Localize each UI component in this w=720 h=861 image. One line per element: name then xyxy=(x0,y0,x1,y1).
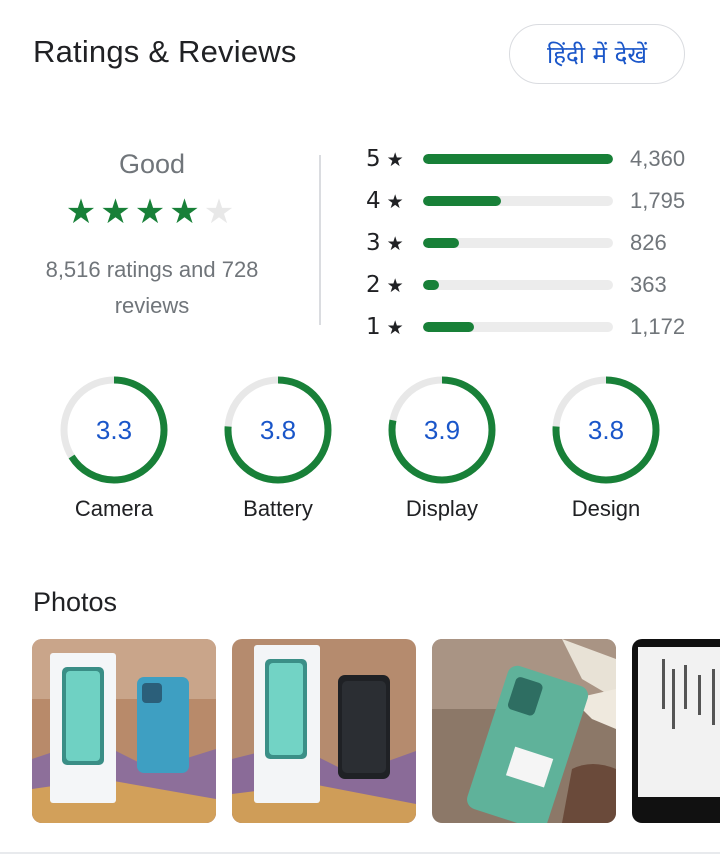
view-in-hindi-button[interactable]: हिंदी में देखें xyxy=(509,24,685,84)
star-filled-icon: ★ xyxy=(65,192,101,232)
aspect-name: Display xyxy=(405,496,479,521)
divider xyxy=(0,852,720,854)
star-rating: ★★★★★ xyxy=(30,194,274,230)
star-icon: ★ xyxy=(380,149,404,171)
star-level: 1 xyxy=(366,314,381,340)
rating-row-count: 363 xyxy=(630,272,667,297)
divider xyxy=(319,155,321,325)
rating-row-label: 1 ★ xyxy=(366,314,410,340)
photo-thumbnail-4[interactable] xyxy=(632,639,720,823)
aspect-score: 3.8 xyxy=(260,415,296,445)
star-filled-icon: ★ xyxy=(134,192,170,232)
rating-row-label: 5 ★ xyxy=(366,146,410,172)
aspect-name: Design xyxy=(571,496,641,521)
rating-row-count: 1,172 xyxy=(630,314,686,339)
rating-row-3: 3 ★ 826 xyxy=(366,222,696,264)
star-level: 3 xyxy=(366,230,381,256)
aspect-design[interactable]: 3.8 Design xyxy=(524,372,688,522)
rating-bar-fill xyxy=(423,280,439,290)
rating-row-1: 1 ★ 1,172 xyxy=(366,306,696,348)
rating-row-label: 2 ★ xyxy=(366,272,410,298)
photo-thumbnail-3[interactable] xyxy=(432,639,616,823)
photos-heading: Photos xyxy=(33,587,118,617)
photo-thumbnail-1[interactable] xyxy=(32,639,216,823)
aspect-score: 3.3 xyxy=(96,415,132,445)
rating-summary: Good ★★★★★ 8,516 ratings and 728 reviews xyxy=(30,145,274,324)
rating-row-label: 4 ★ xyxy=(366,188,410,214)
rating-row-label: 3 ★ xyxy=(366,230,410,256)
rating-verdict: Good xyxy=(118,149,186,179)
star-level: 5 xyxy=(366,146,381,172)
aspect-camera[interactable]: 3.3 Camera xyxy=(32,372,196,522)
aspect-name: Camera xyxy=(74,496,154,521)
aspect-ratings: 3.3 Camera 3.8 Battery 3.9 Display 3.8 Design xyxy=(32,372,688,532)
star-filled-icon: ★ xyxy=(100,192,135,232)
rating-bar-track xyxy=(423,280,613,290)
ratings-count: 8,516 ratings and 728 reviews xyxy=(45,257,259,318)
aspect-display[interactable]: 3.9 Display xyxy=(360,372,524,522)
photos-carousel[interactable] xyxy=(32,639,720,824)
rating-row-count: 826 xyxy=(630,230,667,255)
rating-bar-fill xyxy=(423,238,459,248)
score-ring: 3.8 xyxy=(224,376,332,484)
rating-bar-fill xyxy=(423,322,475,332)
rating-distribution: 5 ★ 4,360 4 ★ 1,795 3 ★ 826 2 ★ 363 1 ★ 1,172 xyxy=(366,138,696,348)
aspect-score: 3.9 xyxy=(424,415,460,445)
score-ring: 3.3 xyxy=(60,376,168,484)
rating-row-count: 4,360 xyxy=(630,146,686,171)
rating-bar-fill xyxy=(423,196,502,206)
rating-bar-track xyxy=(423,196,613,206)
screen-text-photo-icon xyxy=(632,639,720,823)
phone-box-photo-icon xyxy=(32,639,216,823)
aspect-name: Battery xyxy=(243,496,313,521)
rating-bar-track xyxy=(423,322,613,332)
aspect-score: 3.8 xyxy=(588,415,624,445)
rating-bar-track xyxy=(423,238,613,248)
green-phone-photo-icon xyxy=(432,639,616,823)
star-level: 4 xyxy=(366,188,381,214)
phone-screen-photo-icon xyxy=(232,639,416,823)
rating-row-2: 2 ★ 363 xyxy=(366,264,696,306)
star-icon: ★ xyxy=(380,191,404,213)
page-title: Ratings & Reviews xyxy=(33,34,297,69)
star-icon: ★ xyxy=(380,317,404,339)
star-filled-icon: ★ xyxy=(169,192,204,232)
photo-thumbnail-2[interactable] xyxy=(232,639,416,823)
aspect-battery[interactable]: 3.8 Battery xyxy=(196,372,360,522)
star-icon: ★ xyxy=(380,275,404,297)
score-ring: 3.9 xyxy=(388,376,496,484)
rating-row-5: 5 ★ 4,360 xyxy=(366,138,696,180)
star-level: 2 xyxy=(366,272,381,298)
score-ring: 3.8 xyxy=(552,376,660,484)
rating-row-count: 1,795 xyxy=(630,188,686,213)
rating-row-4: 4 ★ 1,795 xyxy=(366,180,696,222)
rating-bar-fill xyxy=(423,154,613,164)
star-empty-icon: ★ xyxy=(203,192,239,232)
rating-bar-track xyxy=(423,154,613,164)
star-icon: ★ xyxy=(380,233,404,255)
